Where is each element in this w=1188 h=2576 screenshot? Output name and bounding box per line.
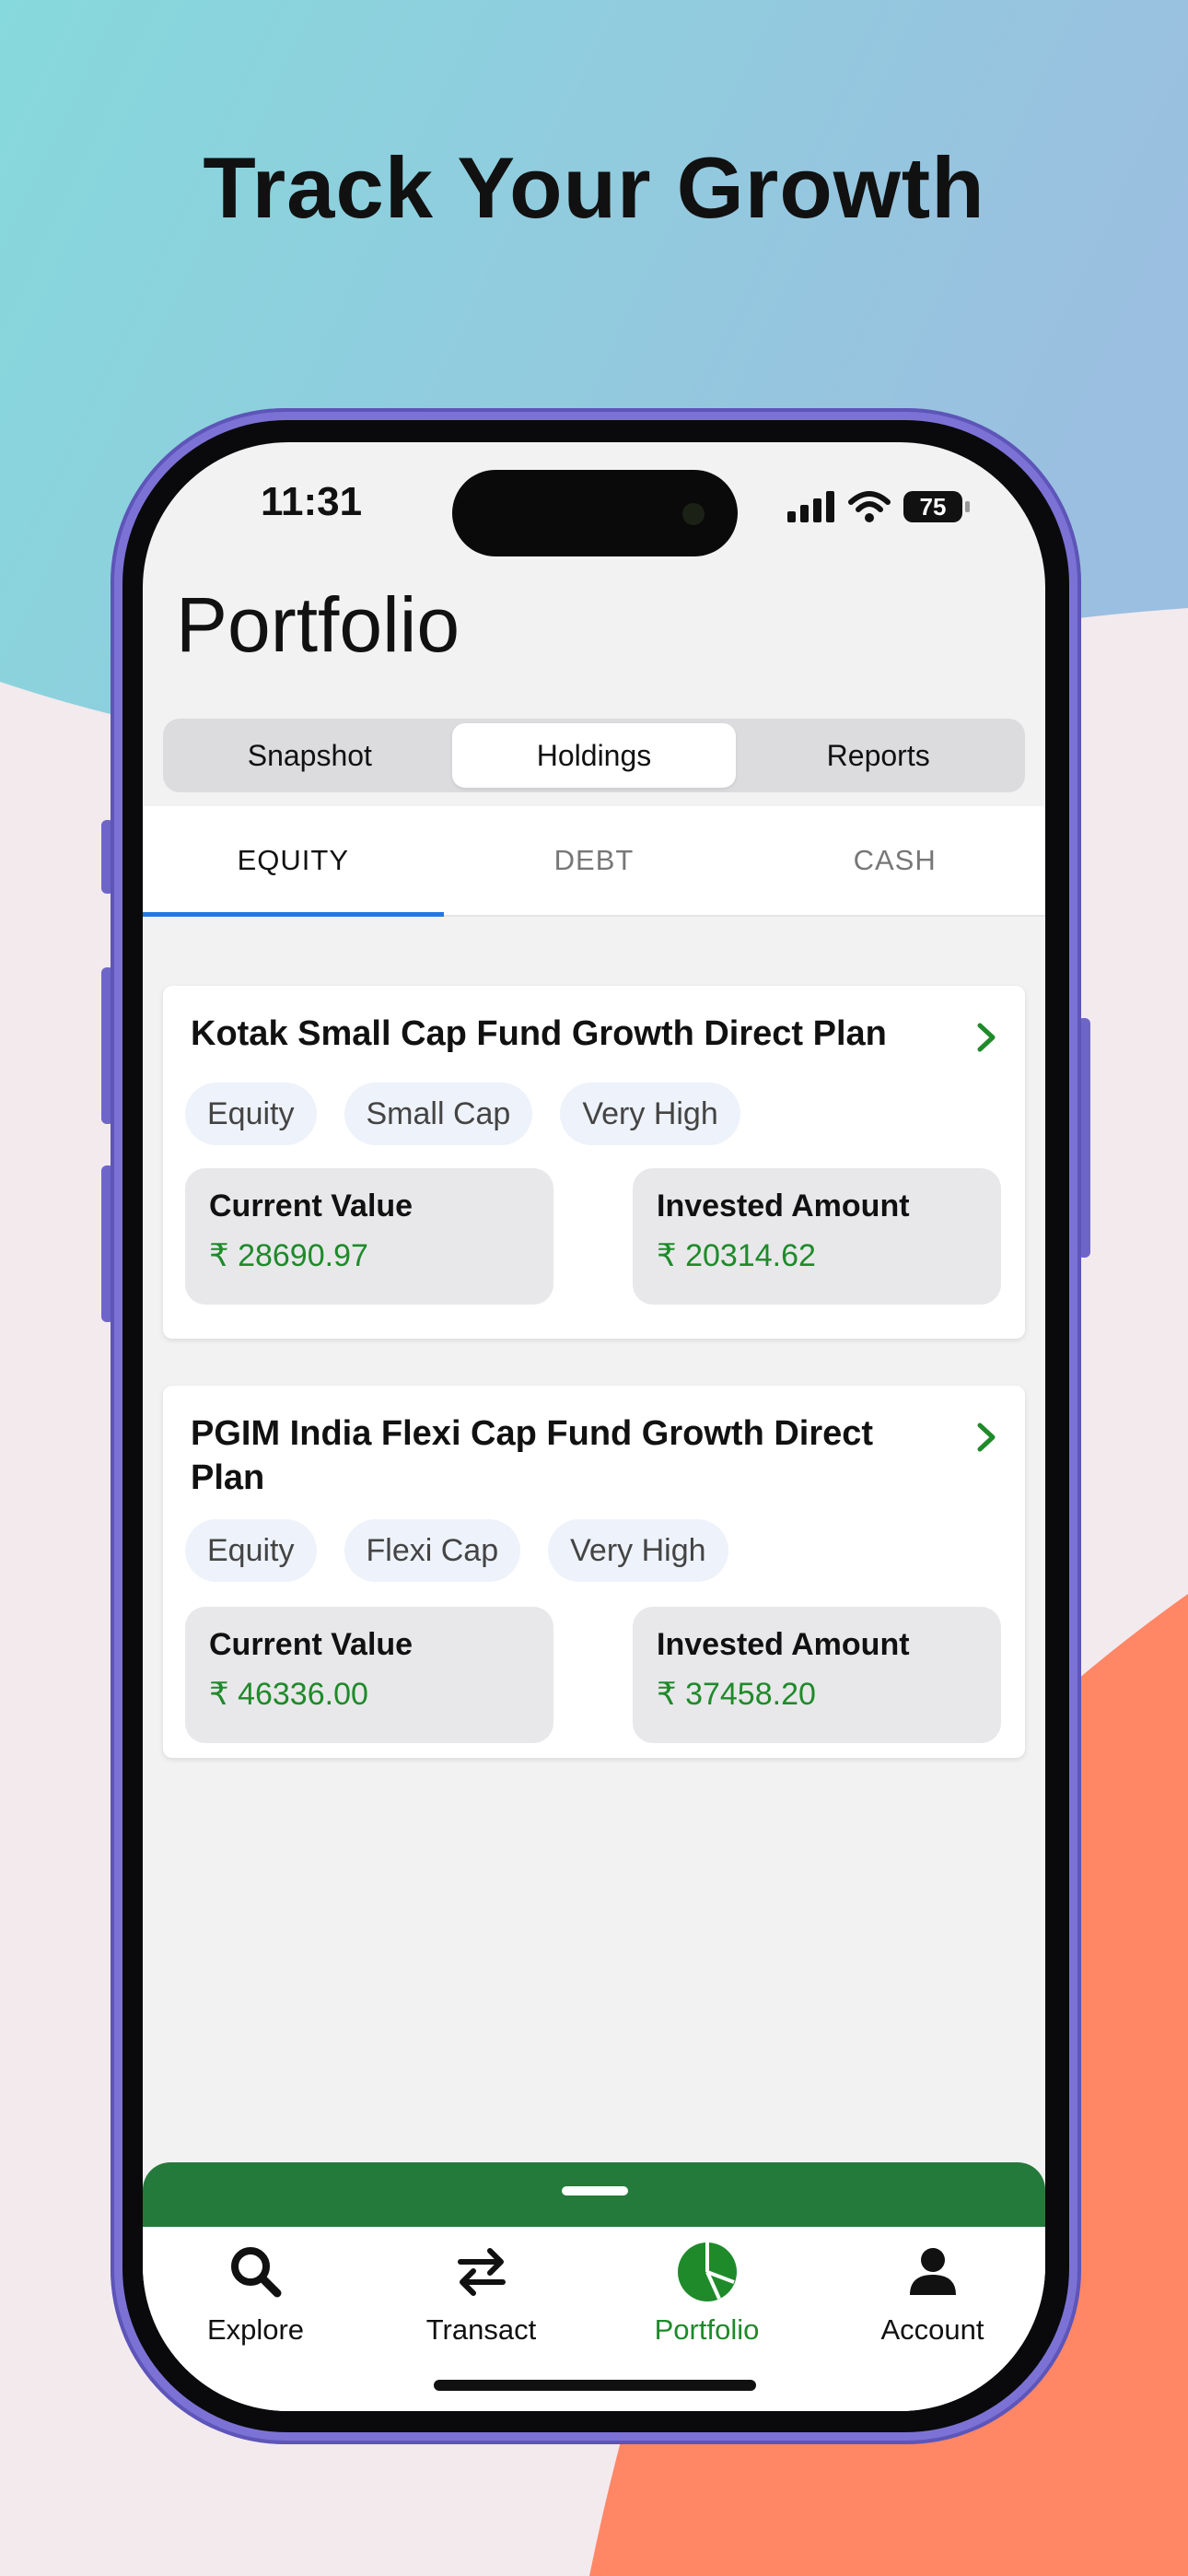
holding-card[interactable]: PGIM India Flexi Cap Fund Growth Direct … — [163, 1386, 1025, 1758]
invested-amount-box: Invested Amount ₹ 37458.20 — [633, 1607, 1001, 1743]
battery-icon: 75 — [903, 491, 970, 522]
invested-amount-box: Invested Amount ₹ 20314.62 — [633, 1168, 1001, 1305]
segment-snapshot[interactable]: Snapshot — [168, 723, 452, 788]
tag-risk: Very High — [560, 1083, 740, 1145]
segment-holdings[interactable]: Holdings — [451, 723, 737, 788]
current-value-label: Current Value — [209, 1627, 413, 1662]
tab-account[interactable]: Account — [820, 2227, 1045, 2411]
status-time: 11:31 — [261, 479, 363, 524]
wifi-icon — [848, 491, 891, 522]
tag-subcategory: Flexi Cap — [344, 1519, 521, 1582]
signal-icon — [787, 491, 834, 522]
tag-category: Equity — [185, 1519, 317, 1582]
fund-name: Kotak Small Cap Fund Growth Direct Plan — [191, 1014, 887, 1053]
tab-equity[interactable]: EQUITY — [143, 806, 444, 917]
fund-tags: Equity Small Cap Very High — [185, 1083, 740, 1145]
search-icon — [230, 2247, 281, 2298]
invested-amount: ₹ 37458.20 — [657, 1677, 816, 1712]
chevron-right-icon[interactable] — [970, 1421, 1003, 1454]
tag-risk: Very High — [548, 1519, 728, 1582]
pie-chart-icon — [677, 2242, 737, 2301]
current-value-box: Current Value ₹ 28690.97 — [185, 1168, 553, 1305]
asset-class-tabs: EQUITY DEBT CASH — [143, 806, 1045, 917]
phone-screen: 11:31 75 Portfolio Snapshot Holdings Rep… — [143, 442, 1045, 2411]
status-icons: 75 — [787, 488, 970, 525]
tab-debt[interactable]: DEBT — [444, 806, 745, 915]
current-value-box: Current Value ₹ 46336.00 — [185, 1607, 553, 1743]
tag-subcategory: Small Cap — [344, 1083, 533, 1145]
invested-amount-label: Invested Amount — [657, 1627, 910, 1662]
home-indicator[interactable] — [434, 2380, 756, 2391]
tab-cash[interactable]: CASH — [744, 806, 1045, 915]
tab-label: Explore — [206, 2313, 305, 2346]
fund-tags: Equity Flexi Cap Very High — [185, 1519, 728, 1582]
tab-label: Transact — [425, 2313, 537, 2346]
current-value: ₹ 28690.97 — [209, 1238, 368, 1273]
tag-category: Equity — [185, 1083, 317, 1145]
invested-amount: ₹ 20314.62 — [657, 1238, 816, 1273]
camera-dot — [682, 503, 705, 525]
marketing-headline: Track Your Growth — [203, 139, 985, 236]
invested-amount-label: Invested Amount — [657, 1188, 910, 1224]
segmented-control: Snapshot Holdings Reports — [163, 719, 1025, 792]
current-value-label: Current Value — [209, 1188, 413, 1224]
sheet-drag-handle[interactable] — [562, 2186, 628, 2195]
segment-reports[interactable]: Reports — [736, 723, 1020, 788]
current-value: ₹ 46336.00 — [209, 1677, 368, 1712]
fund-name: PGIM India Flexi Cap Fund Growth Direct … — [191, 1414, 874, 1497]
chevron-right-icon[interactable] — [970, 1021, 1003, 1054]
tab-explore[interactable]: Explore — [143, 2227, 368, 2411]
tab-label: Account — [880, 2313, 984, 2346]
page-title: Portfolio — [176, 581, 460, 668]
arrows-swap-icon — [457, 2248, 506, 2296]
tab-label: Portfolio — [654, 2313, 760, 2346]
person-icon — [909, 2248, 956, 2295]
holding-card[interactable]: Kotak Small Cap Fund Growth Direct Plan … — [163, 986, 1025, 1339]
